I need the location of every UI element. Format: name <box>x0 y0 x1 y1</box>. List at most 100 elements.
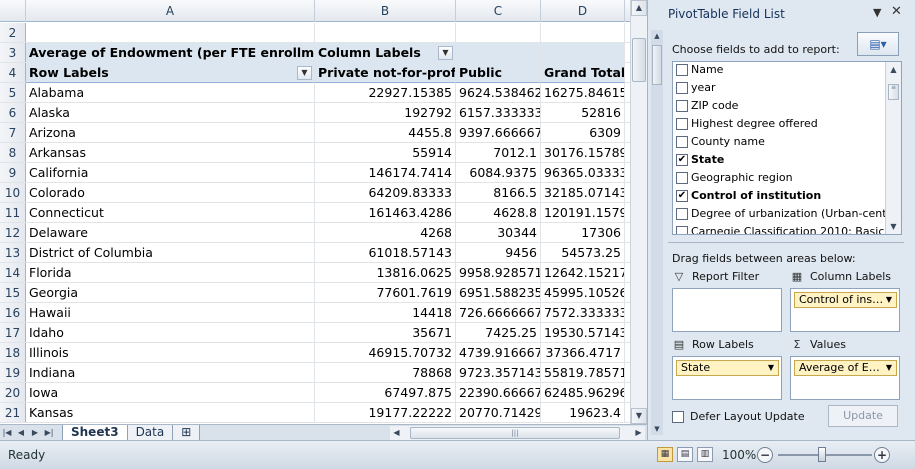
row-labels-area[interactable]: State ▼ <box>672 356 782 400</box>
row-number[interactable]: 16 <box>0 303 26 322</box>
private-value-cell[interactable]: 22927.15385 <box>315 83 456 103</box>
field-item[interactable]: Degree of urbanization (Urban-centri… <box>673 205 901 223</box>
grand-total-cell[interactable]: 96365.03333 <box>541 163 625 183</box>
private-value-cell[interactable]: 78868 <box>315 363 456 383</box>
row-label-cell[interactable]: Connecticut <box>26 203 315 223</box>
pivot-col-header[interactable]: Public <box>456 63 541 83</box>
field-scroll-thumb[interactable]: ≡ <box>888 84 899 100</box>
public-value-cell[interactable]: 6084.9375 <box>456 163 541 183</box>
field-item[interactable]: ✔ State <box>673 151 901 169</box>
field-item[interactable]: Geographic region <box>673 169 901 187</box>
row-number[interactable]: 13 <box>0 243 26 262</box>
public-value-cell[interactable]: 20770.71429 <box>456 403 541 423</box>
column-header-b[interactable]: B <box>315 0 456 22</box>
row-number[interactable]: 20 <box>0 383 26 402</box>
row-label-cell[interactable]: Idaho <box>26 323 315 343</box>
field-checkbox[interactable] <box>676 172 688 184</box>
pane-options-chevron-icon[interactable]: ▼ <box>873 6 881 19</box>
next-sheet-icon[interactable]: ▶ <box>28 426 42 440</box>
public-value-cell[interactable]: 726.6666667 <box>456 303 541 323</box>
row-label-cell[interactable]: Illinois <box>26 343 315 363</box>
private-value-cell[interactable]: 61018.57143 <box>315 243 456 263</box>
cell[interactable] <box>456 23 541 43</box>
values-area[interactable]: Average of E… ▼ <box>790 356 900 400</box>
field-item[interactable]: County name <box>673 133 901 151</box>
row-label-cell[interactable]: Alabama <box>26 83 315 103</box>
close-icon[interactable]: ✕ <box>891 4 902 19</box>
column-labels-area[interactable]: Control of ins… ▼ <box>790 288 900 332</box>
row-number[interactable]: 10 <box>0 183 26 202</box>
row-label-cell[interactable]: Hawaii <box>26 303 315 323</box>
pivot-row-labels[interactable]: Row Labels ▼ <box>26 63 315 83</box>
pivot-col-header[interactable]: Grand Total <box>541 63 625 83</box>
cell[interactable] <box>26 23 315 43</box>
field-list[interactable]: Name year ZIP code Highest degree offered Co… <box>672 61 902 235</box>
pane-scroll-up-icon[interactable]: ▲ <box>651 30 663 42</box>
grand-total-cell[interactable]: 16275.84615 <box>541 83 625 103</box>
first-sheet-icon[interactable]: |◀ <box>0 426 14 440</box>
row-label-cell[interactable]: Indiana <box>26 363 315 383</box>
insert-sheet-icon[interactable]: ⊞ <box>172 424 201 441</box>
grand-total-cell[interactable]: 52816 <box>541 103 625 123</box>
pane-scrollbar[interactable]: ▲ ▼ <box>651 30 663 435</box>
select-all-corner[interactable] <box>0 0 26 22</box>
public-value-cell[interactable]: 9397.666667 <box>456 123 541 143</box>
field-checkbox[interactable] <box>676 136 688 148</box>
private-value-cell[interactable]: 46915.70732 <box>315 343 456 363</box>
public-value-cell[interactable]: 30344 <box>456 223 541 243</box>
row-labels-filter-dropdown[interactable]: ▼ <box>297 66 312 80</box>
row-field-chip[interactable]: State ▼ <box>676 360 779 376</box>
private-value-cell[interactable]: 35671 <box>315 323 456 343</box>
private-value-cell[interactable]: 14418 <box>315 303 456 323</box>
pivot-column-labels[interactable]: Column Labels ▼ <box>315 43 456 63</box>
row-label-cell[interactable]: Georgia <box>26 283 315 303</box>
row-number[interactable]: 5 <box>0 83 26 102</box>
hscroll-thumb[interactable]: ||| <box>410 427 620 439</box>
normal-view-icon[interactable]: ▦ <box>657 447 673 462</box>
grand-total-cell[interactable]: 7572.333333 <box>541 303 625 323</box>
sheet-horizontal-scrollbar[interactable]: ◀ ||| ▶ <box>390 426 645 440</box>
private-value-cell[interactable]: 161463.4286 <box>315 203 456 223</box>
row-number[interactable]: 12 <box>0 223 26 242</box>
cell[interactable] <box>541 43 625 63</box>
row-number[interactable]: 11 <box>0 203 26 222</box>
grand-total-cell[interactable]: 17306 <box>541 223 625 243</box>
column-header-a[interactable]: A <box>26 0 315 22</box>
grand-total-cell[interactable]: 37366.4717 <box>541 343 625 363</box>
cell[interactable] <box>456 43 541 63</box>
zoom-out-icon[interactable]: − <box>757 447 773 463</box>
row-number[interactable]: 8 <box>0 143 26 162</box>
field-list-layout-button[interactable]: ▤▾ <box>857 32 899 56</box>
grand-total-cell[interactable]: 120191.1579 <box>541 203 625 223</box>
row-label-cell[interactable]: Florida <box>26 263 315 283</box>
private-value-cell[interactable]: 64209.83333 <box>315 183 456 203</box>
private-value-cell[interactable]: 55914 <box>315 143 456 163</box>
pivot-value-label[interactable]: Average of Endowment (per FTE enrollment… <box>26 43 315 63</box>
grand-total-cell[interactable]: 62485.96296 <box>541 383 625 403</box>
defer-layout-update[interactable]: Defer Layout Update <box>672 410 805 423</box>
zoom-in-icon[interactable]: + <box>874 447 890 463</box>
grand-total-cell[interactable]: 54573.25 <box>541 243 625 263</box>
page-layout-view-icon[interactable]: ▤ <box>677 447 693 462</box>
public-value-cell[interactable]: 9723.357143 <box>456 363 541 383</box>
field-checkbox[interactable] <box>676 226 688 234</box>
public-value-cell[interactable]: 9456 <box>456 243 541 263</box>
row-number[interactable]: 17 <box>0 323 26 342</box>
field-item[interactable]: Name <box>673 62 901 79</box>
grand-total-cell[interactable]: 55819.78571 <box>541 363 625 383</box>
grand-total-cell[interactable]: 6309 <box>541 123 625 143</box>
row-number[interactable]: 6 <box>0 103 26 122</box>
private-value-cell[interactable]: 4455.8 <box>315 123 456 143</box>
row-number[interactable]: 14 <box>0 263 26 282</box>
private-value-cell[interactable]: 19177.22222 <box>315 403 456 423</box>
public-value-cell[interactable]: 9958.928571 <box>456 263 541 283</box>
pane-splitter[interactable] <box>668 242 904 243</box>
field-item[interactable]: ZIP code <box>673 97 901 115</box>
values-field-chip[interactable]: Average of E… ▼ <box>794 360 897 376</box>
field-item[interactable]: Carnegie Classification 2010: Basic <box>673 223 901 234</box>
column-header-d[interactable]: D <box>541 0 625 22</box>
row-number[interactable]: 15 <box>0 283 26 302</box>
field-item[interactable]: Highest degree offered <box>673 115 901 133</box>
row-number[interactable]: 2 <box>0 23 26 42</box>
field-scroll-down-icon[interactable]: ▼ <box>886 219 901 234</box>
